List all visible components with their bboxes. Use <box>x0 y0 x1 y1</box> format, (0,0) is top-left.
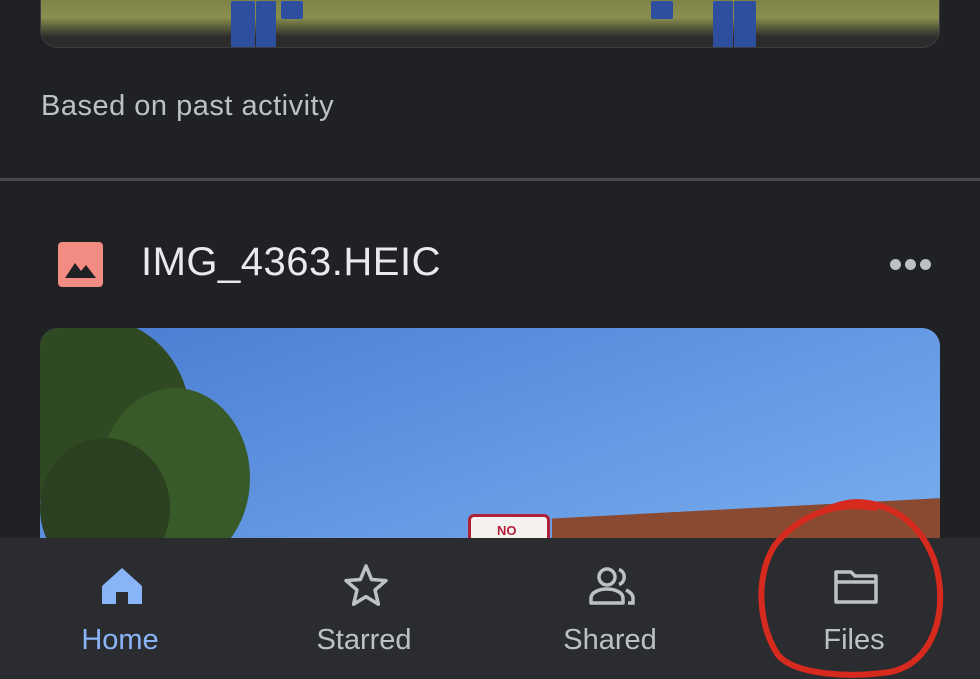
thumbnail-figure <box>734 1 756 47</box>
section-divider <box>0 178 980 181</box>
thumbnail-figure <box>713 1 733 47</box>
file-preview-image[interactable]: NO <box>40 328 940 558</box>
sign-text: NO <box>497 523 517 538</box>
image-file-icon <box>58 242 103 287</box>
people-icon <box>589 567 635 605</box>
nav-item-starred[interactable]: Starred <box>274 538 454 679</box>
thumbnail-figure <box>231 1 255 47</box>
nav-item-home[interactable]: Home <box>30 538 210 679</box>
star-icon <box>344 564 388 606</box>
nav-label-starred: Starred <box>316 624 412 656</box>
nav-label-files: Files <box>823 624 885 656</box>
file-name[interactable]: IMG_4363.HEIC <box>141 240 441 285</box>
more-options-button[interactable] <box>884 250 936 280</box>
folder-icon <box>834 570 878 604</box>
bottom-navigation-bar: Home Starred Shared Files <box>0 538 980 679</box>
nav-item-files[interactable]: Files <box>764 538 944 679</box>
thumbnail-figure <box>256 1 276 47</box>
nav-label-shared: Shared <box>563 624 657 656</box>
home-icon <box>102 568 142 604</box>
previous-file-thumbnail[interactable] <box>40 0 940 48</box>
thumbnail-figure <box>281 1 303 19</box>
thumbnail-figure <box>651 1 673 19</box>
nav-item-shared[interactable]: Shared <box>520 538 700 679</box>
suggestion-reason: Based on past activity <box>41 90 335 122</box>
nav-label-home: Home <box>81 624 159 656</box>
